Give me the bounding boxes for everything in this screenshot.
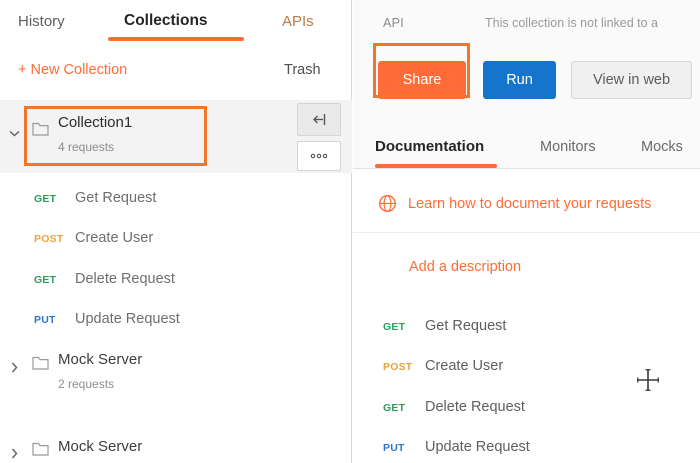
tab-documentation[interactable]: Documentation [375,138,484,155]
collapse-left-icon [311,113,327,126]
share-button[interactable]: Share [378,61,466,99]
request-name: Get Request [425,318,506,334]
method-label: GET [383,402,421,414]
chevron-right-icon[interactable] [11,362,18,373]
collection-header: API This collection is not linked to a S… [353,0,700,169]
chevron-down-icon[interactable] [9,130,20,137]
postman-app: History Collections APIs + New Collectio… [0,0,700,463]
tab-mocks[interactable]: Mocks [641,139,683,155]
folder-icon [32,442,49,456]
request-row[interactable]: PUT Update Request [0,310,352,334]
divider [353,232,700,233]
new-collection-button[interactable]: + New Collection [18,62,127,78]
trash-button[interactable]: Trash [284,62,321,78]
request-row[interactable]: GET Delete Request [0,270,352,294]
method-label: PUT [34,314,72,326]
method-label: POST [383,361,421,373]
request-name: Create User [425,358,503,374]
more-options-button[interactable] [297,141,341,171]
folder-icon [32,122,49,136]
request-row[interactable]: GET Delete Request [353,398,700,422]
collection-name: Collection1 [58,114,132,131]
request-row[interactable]: PUT Update Request [353,438,700,462]
tab-collections[interactable]: Collections [124,12,208,30]
tab-apis[interactable]: APIs [282,13,314,30]
api-label: API [383,16,404,30]
sidebar: History Collections APIs + New Collectio… [0,0,352,463]
run-button[interactable]: Run [483,61,556,99]
chevron-right-icon[interactable] [11,448,18,459]
request-name: Delete Request [425,399,525,415]
three-dots-icon [310,153,328,159]
tab-history[interactable]: History [18,13,65,30]
request-row[interactable]: GET Get Request [353,317,700,341]
folder-meta: 2 requests [58,377,114,391]
method-label: POST [34,233,72,245]
collection-row[interactable]: Collection1 4 requests [0,100,352,173]
active-doc-tab-underline [375,164,497,168]
request-name: Create User [75,230,153,246]
collapse-sidebar-button[interactable] [297,103,341,136]
method-label: GET [383,321,421,333]
method-label: GET [34,274,72,286]
request-name: Update Request [75,311,180,327]
main-panel: API This collection is not linked to a S… [353,0,700,463]
globe-icon [378,194,397,213]
request-name: Get Request [75,190,156,206]
folder-name[interactable]: Mock Server [58,438,142,455]
learn-documentation-link[interactable]: Learn how to document your requests [408,196,651,212]
folder-icon [32,356,49,370]
link-notice: This collection is not linked to a [485,16,658,30]
add-description-link[interactable]: Add a description [409,259,521,275]
request-row[interactable]: GET Get Request [0,189,352,213]
view-in-web-button[interactable]: View in web [571,61,692,99]
active-tab-underline [108,37,244,41]
request-row[interactable]: POST Create User [0,229,352,253]
request-row[interactable]: POST Create User [353,357,700,381]
folder-name[interactable]: Mock Server [58,351,142,368]
request-name: Update Request [425,439,530,455]
method-label: PUT [383,442,421,454]
tab-monitors[interactable]: Monitors [540,139,596,155]
collection-meta: 4 requests [58,140,114,154]
method-label: GET [34,193,72,205]
request-name: Delete Request [75,271,175,287]
